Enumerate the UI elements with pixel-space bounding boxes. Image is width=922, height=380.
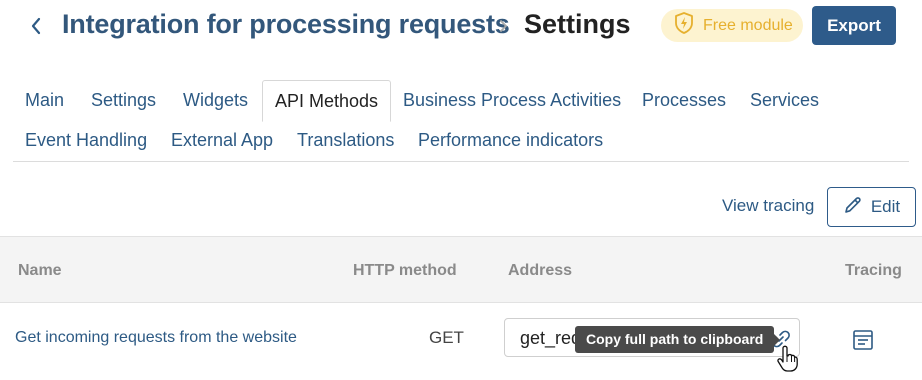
hand-pointer-icon (775, 345, 799, 373)
copy-path-tooltip: Copy full path to clipboard (575, 326, 781, 353)
pencil-icon (843, 195, 863, 220)
tab-widgets[interactable]: Widgets (171, 80, 260, 120)
page-header: Integration for processing requests Sett… (0, 0, 922, 52)
http-method-value: GET (429, 328, 464, 347)
lightning-shield-icon (673, 11, 695, 40)
tab-bar: Main Settings Widgets API Methods Busine… (13, 80, 909, 162)
tab-main[interactable]: Main (13, 80, 76, 120)
column-header-http-method[interactable]: HTTP method (353, 262, 457, 280)
tab-business-process-activities[interactable]: Business Process Activities (391, 80, 633, 120)
table-header: Name HTTP method Address Tracing (0, 236, 922, 303)
method-name-link[interactable]: Get incoming requests from the website (15, 329, 297, 347)
column-header-tracing[interactable]: Tracing (845, 262, 902, 280)
page-title: Integration for processing requests (62, 9, 510, 39)
tab-processes[interactable]: Processes (630, 80, 738, 120)
tab-event-handling[interactable]: Event Handling (13, 120, 159, 160)
export-button[interactable]: Export (812, 6, 896, 45)
tab-settings[interactable]: Settings (79, 80, 168, 120)
tab-translations[interactable]: Translations (285, 120, 406, 160)
column-header-name[interactable]: Name (18, 262, 62, 280)
column-header-address[interactable]: Address (508, 262, 572, 280)
free-module-badge: Free module (661, 9, 803, 42)
tab-external-app[interactable]: External App (159, 120, 285, 160)
view-tracing-link[interactable]: View tracing (722, 196, 814, 216)
edit-button[interactable]: Edit (827, 187, 916, 227)
tab-api-methods[interactable]: API Methods (262, 80, 392, 122)
edit-button-label: Edit (870, 197, 901, 216)
tab-performance-indicators[interactable]: Performance indicators (406, 120, 615, 160)
free-module-label: Free module (703, 16, 793, 34)
chevron-left-icon[interactable] (26, 13, 46, 39)
chevron-right-icon (496, 15, 512, 37)
tab-services[interactable]: Services (738, 80, 831, 120)
page-subtitle: Settings (524, 9, 631, 39)
tracing-log-icon[interactable] (851, 328, 875, 352)
